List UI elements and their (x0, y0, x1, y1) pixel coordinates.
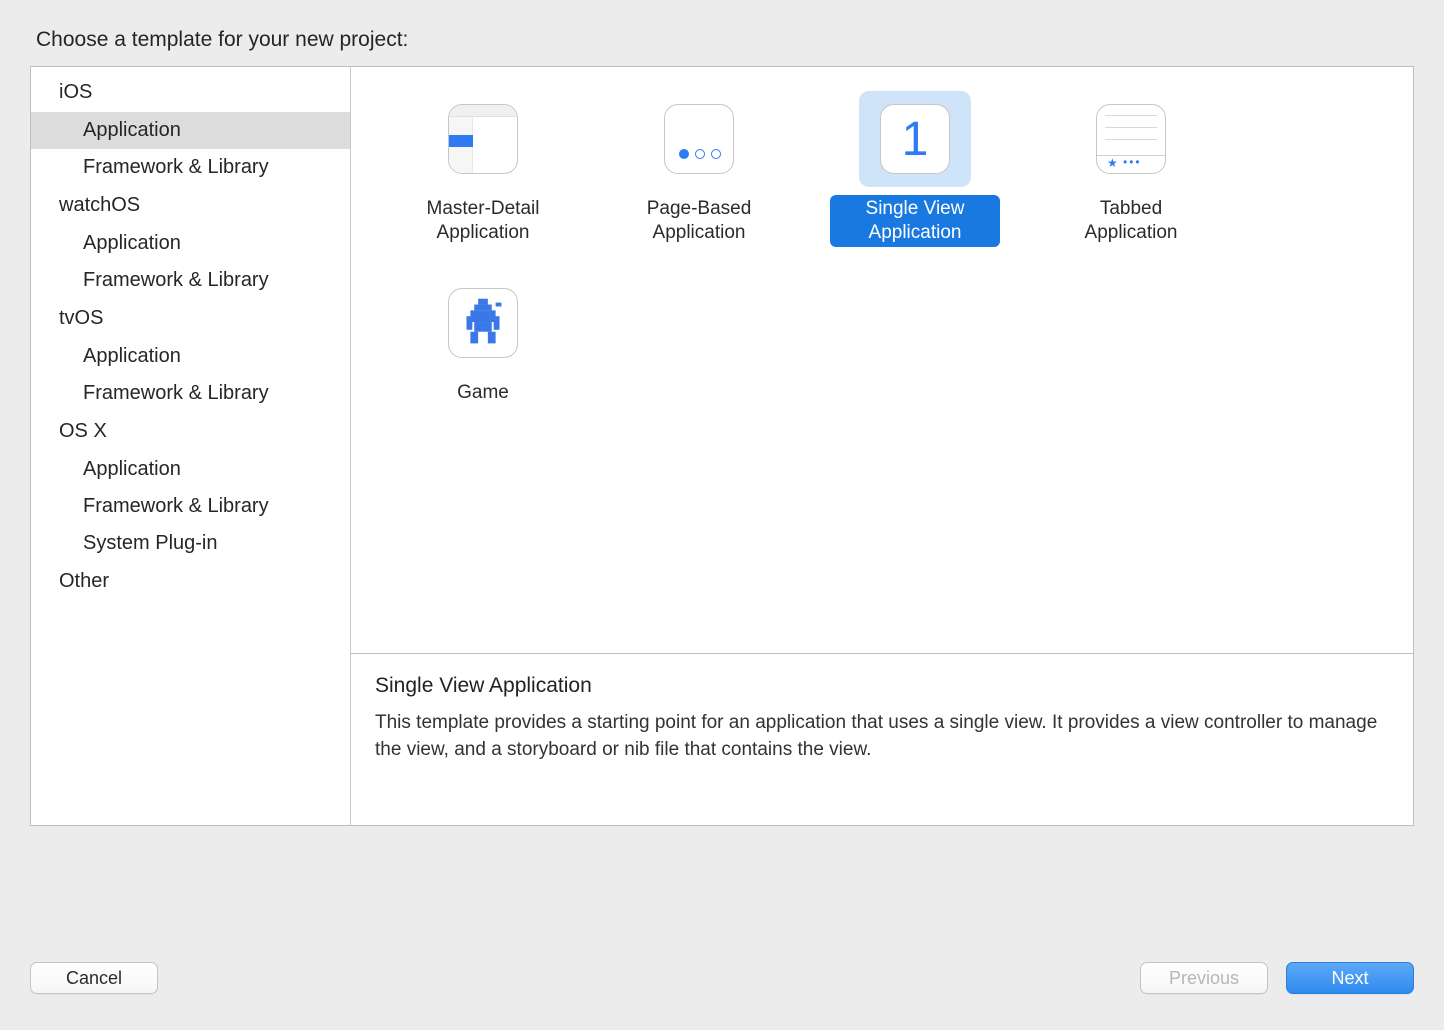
template-panel: iOS Application Framework & Library watc… (30, 66, 1414, 826)
master-detail-icon (427, 91, 539, 187)
description-pane: Single View Application This template pr… (351, 653, 1413, 825)
template-label: Game (398, 379, 568, 407)
previous-button[interactable]: Previous (1140, 962, 1268, 994)
template-label: Master-Detail Application (398, 195, 568, 247)
sidebar: iOS Application Framework & Library watc… (31, 67, 351, 825)
template-master-detail[interactable]: Master-Detail Application (379, 85, 587, 251)
template-label: Page-Based Application (614, 195, 784, 247)
template-grid: Master-Detail Application Page-Based App… (351, 67, 1413, 653)
sidebar-item-watchos-application[interactable]: Application (31, 225, 350, 262)
template-single-view[interactable]: 1 Single View Application (811, 85, 1019, 251)
main-column: Master-Detail Application Page-Based App… (351, 67, 1413, 825)
sidebar-group-tvos[interactable]: tvOS (31, 299, 350, 338)
next-button[interactable]: Next (1286, 962, 1414, 994)
sidebar-item-osx-plugin[interactable]: System Plug-in (31, 525, 350, 562)
sidebar-group-watchos[interactable]: watchOS (31, 186, 350, 225)
sidebar-group-ios[interactable]: iOS (31, 73, 350, 112)
description-body: This template provides a starting point … (375, 710, 1389, 763)
sidebar-group-other[interactable]: Other (31, 562, 350, 601)
new-project-sheet: Choose a template for your new project: … (0, 0, 1444, 1030)
sidebar-group-osx[interactable]: OS X (31, 412, 350, 451)
sidebar-item-tvos-application[interactable]: Application (31, 338, 350, 375)
template-tabbed[interactable]: ★ ••• Tabbed Application (1027, 85, 1235, 251)
sidebar-item-ios-framework[interactable]: Framework & Library (31, 149, 350, 186)
sidebar-item-tvos-framework[interactable]: Framework & Library (31, 375, 350, 412)
sidebar-item-ios-application[interactable]: Application (31, 112, 350, 149)
page-based-icon (643, 91, 755, 187)
description-title: Single View Application (375, 674, 1389, 698)
sidebar-item-osx-application[interactable]: Application (31, 451, 350, 488)
template-label: Single View Application (830, 195, 1000, 247)
template-game[interactable]: Game (379, 269, 587, 411)
sidebar-item-watchos-framework[interactable]: Framework & Library (31, 262, 350, 299)
template-page-based[interactable]: Page-Based Application (595, 85, 803, 251)
single-view-icon: 1 (859, 91, 971, 187)
sheet-title: Choose a template for your new project: (36, 28, 1414, 52)
sidebar-item-osx-framework[interactable]: Framework & Library (31, 488, 350, 525)
tabbed-icon: ★ ••• (1075, 91, 1187, 187)
footer: Cancel Previous Next (30, 956, 1414, 1000)
template-label: Tabbed Application (1046, 195, 1216, 247)
cancel-button[interactable]: Cancel (30, 962, 158, 994)
game-icon (427, 275, 539, 371)
